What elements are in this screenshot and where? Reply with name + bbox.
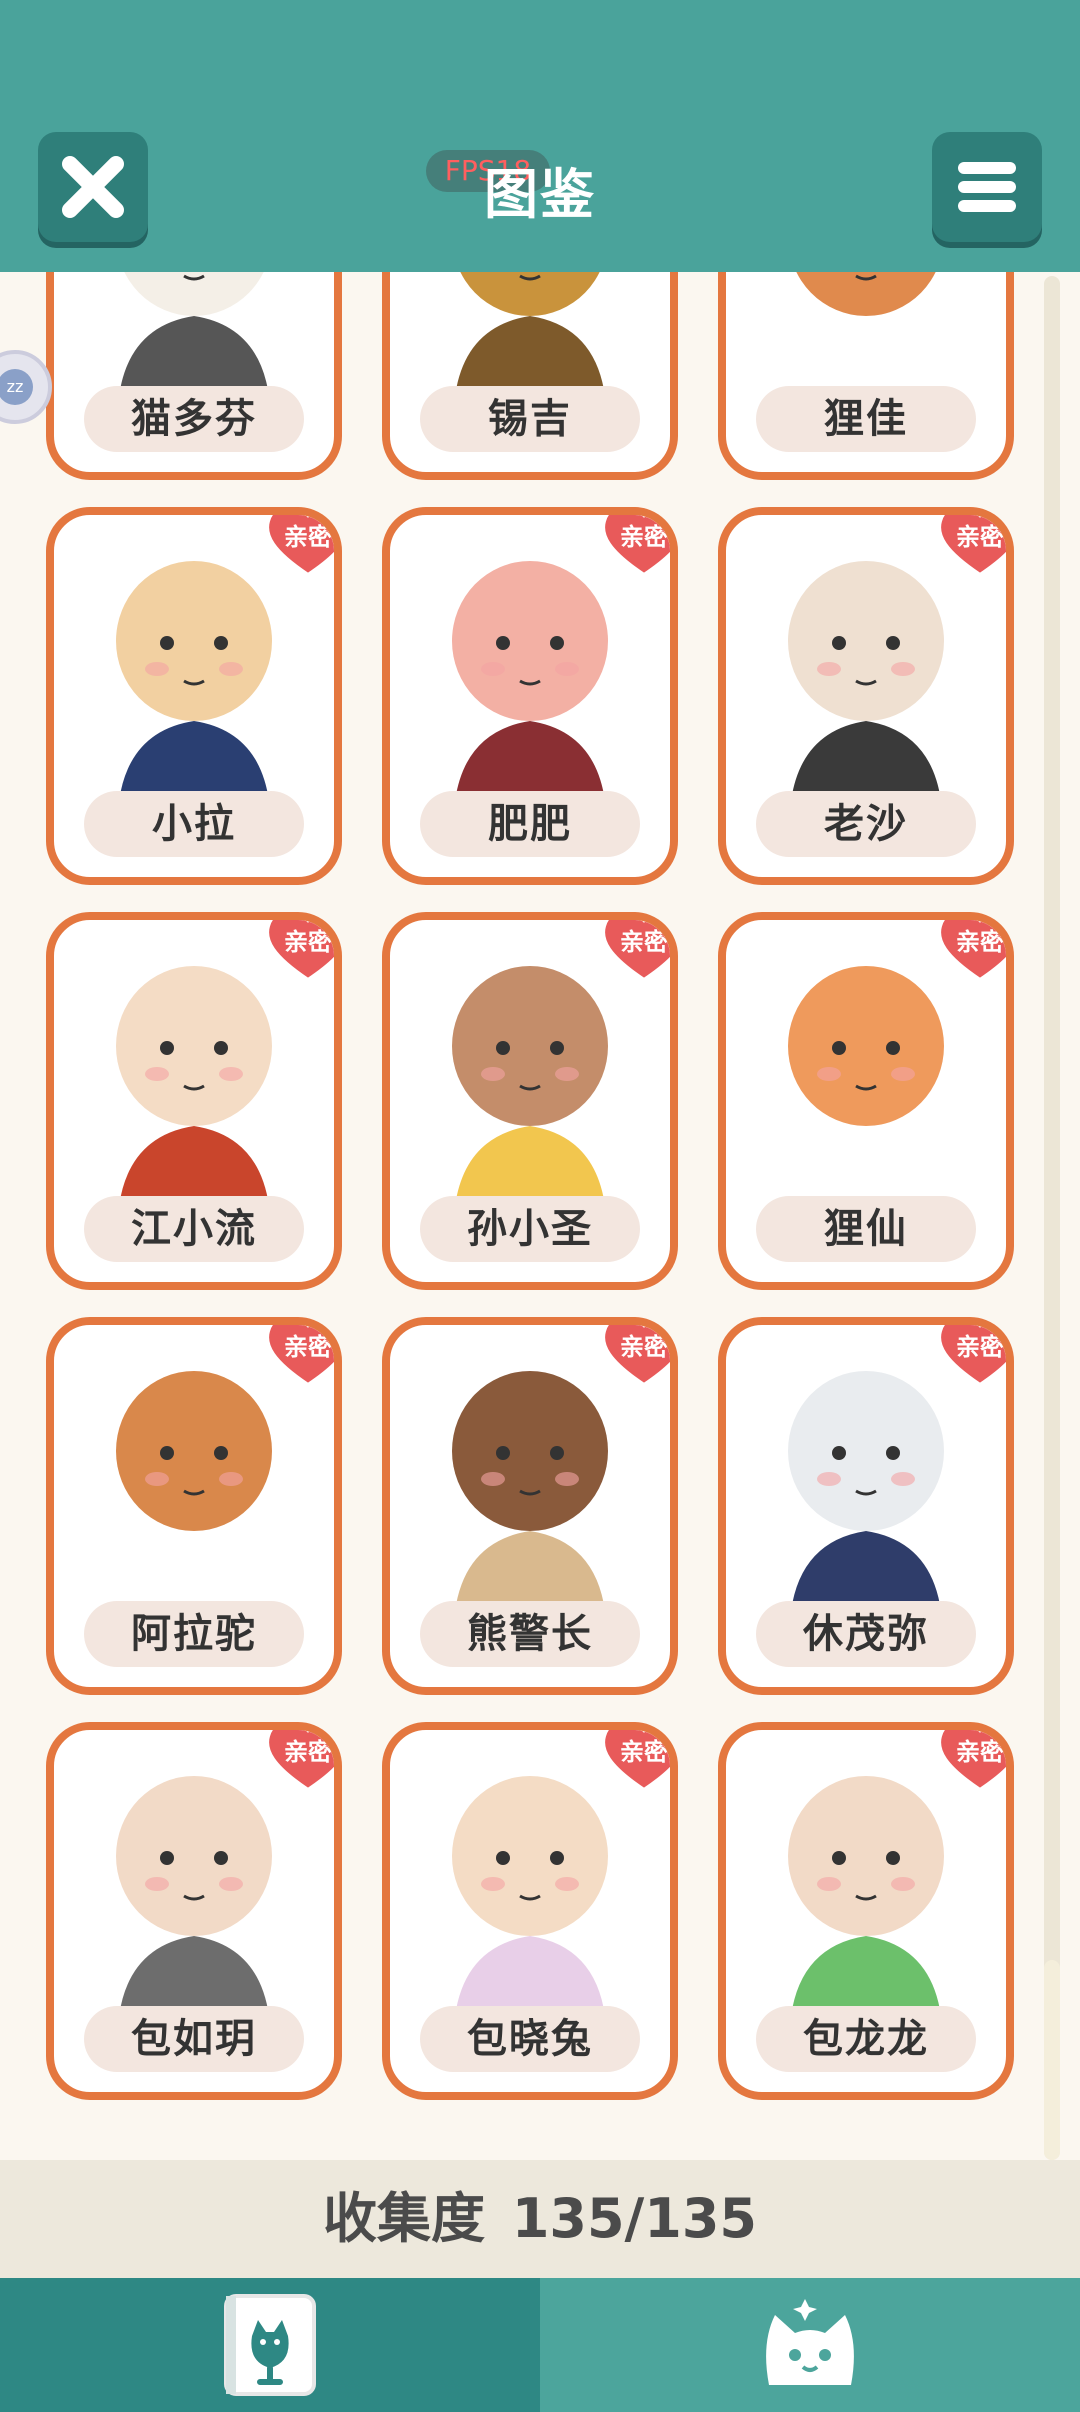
character-grid[interactable]: 猫多芬 锡吉 狸佳 小拉 亲密 肥肥 亲密 老沙 亲密 江小流 亲密 孙小圣 亲密 狸仙 亲密 阿拉驼 亲密 熊警…	[0, 272, 1080, 2160]
top-header: FPS18 图鉴	[0, 0, 1080, 272]
intimate-heart-badge: 亲密	[598, 515, 670, 579]
intimate-label: 亲密	[620, 1738, 668, 1766]
character-name: 江小流	[84, 1196, 304, 1262]
character-card[interactable]: 包如玥 亲密	[46, 1722, 342, 2100]
character-card[interactable]: 孙小圣 亲密	[382, 912, 678, 1290]
intimate-heart-badge: 亲密	[598, 1325, 670, 1389]
character-name: 包龙龙	[756, 2006, 976, 2072]
intimate-label: 亲密	[620, 1333, 668, 1361]
menu-icon	[958, 162, 1016, 212]
character-card[interactable]: 包龙龙 亲密	[718, 1722, 1014, 2100]
intimate-heart-badge: 亲密	[934, 1730, 1006, 1794]
character-name: 孙小圣	[420, 1196, 640, 1262]
character-name: 熊警长	[420, 1601, 640, 1667]
character-name: 狸仙	[756, 1196, 976, 1262]
intimate-label: 亲密	[956, 523, 1004, 551]
character-name: 包晓兔	[420, 2006, 640, 2072]
character-card[interactable]: 阿拉驼 亲密	[46, 1317, 342, 1695]
intimate-label: 亲密	[956, 1738, 1004, 1766]
character-name: 肥肥	[420, 791, 640, 857]
scrollbar-thumb[interactable]	[1044, 1960, 1060, 2160]
character-card[interactable]: 包晓兔 亲密	[382, 1722, 678, 2100]
menu-button[interactable]	[932, 132, 1042, 242]
page-title: 图鉴	[484, 163, 596, 226]
character-name: 猫多芬	[84, 386, 304, 452]
character-portrait	[54, 272, 334, 402]
character-card[interactable]: 休茂弥 亲密	[718, 1317, 1014, 1695]
scrollbar-track[interactable]	[1044, 276, 1060, 2160]
character-card[interactable]: 老沙 亲密	[718, 507, 1014, 885]
character-card[interactable]: 猫多芬	[46, 272, 342, 480]
character-card[interactable]: 江小流 亲密	[46, 912, 342, 1290]
collection-value: 135/135	[511, 2187, 757, 2250]
tab-book[interactable]	[0, 2278, 540, 2412]
character-card[interactable]: 熊警长 亲密	[382, 1317, 678, 1695]
intimate-label: 亲密	[284, 928, 332, 956]
intimate-label: 亲密	[284, 1738, 332, 1766]
cat-face-icon	[766, 2299, 854, 2385]
character-name: 包如玥	[84, 2006, 304, 2072]
character-name: 小拉	[84, 791, 304, 857]
intimate-heart-badge: 亲密	[262, 515, 334, 579]
character-name: 锡吉	[420, 386, 640, 452]
bottom-tab-bar	[0, 2278, 1080, 2412]
character-name: 狸佳	[756, 386, 976, 452]
intimate-heart-badge: 亲密	[262, 1325, 334, 1389]
character-portrait	[390, 272, 670, 402]
intimate-heart-badge: 亲密	[262, 920, 334, 984]
character-card[interactable]: 狸仙 亲密	[718, 912, 1014, 1290]
character-name: 老沙	[756, 791, 976, 857]
intimate-label: 亲密	[284, 523, 332, 551]
intimate-label: 亲密	[620, 928, 668, 956]
intimate-heart-badge: 亲密	[934, 1325, 1006, 1389]
character-card[interactable]: 肥肥 亲密	[382, 507, 678, 885]
intimate-heart-badge: 亲密	[934, 920, 1006, 984]
intimate-label: 亲密	[284, 1333, 332, 1361]
character-card[interactable]: 狸佳	[718, 272, 1014, 480]
intimate-label: 亲密	[620, 523, 668, 551]
intimate-label: 亲密	[956, 928, 1004, 956]
character-card[interactable]: 小拉 亲密	[46, 507, 342, 885]
collection-progress: 收集度 135/135	[0, 2160, 1080, 2278]
character-name: 休茂弥	[756, 1601, 976, 1667]
character-portrait	[726, 272, 1006, 402]
intimate-label: 亲密	[956, 1333, 1004, 1361]
collection-label: 收集度	[323, 2187, 485, 2250]
character-name: 阿拉驼	[84, 1601, 304, 1667]
intimate-heart-badge: 亲密	[598, 920, 670, 984]
tab-cat[interactable]	[540, 2278, 1080, 2412]
zz-icon: zz	[0, 369, 33, 405]
intimate-heart-badge: 亲密	[598, 1730, 670, 1794]
book-cat-icon	[224, 2294, 316, 2396]
intimate-heart-badge: 亲密	[262, 1730, 334, 1794]
character-card[interactable]: 锡吉	[382, 272, 678, 480]
intimate-heart-badge: 亲密	[934, 515, 1006, 579]
